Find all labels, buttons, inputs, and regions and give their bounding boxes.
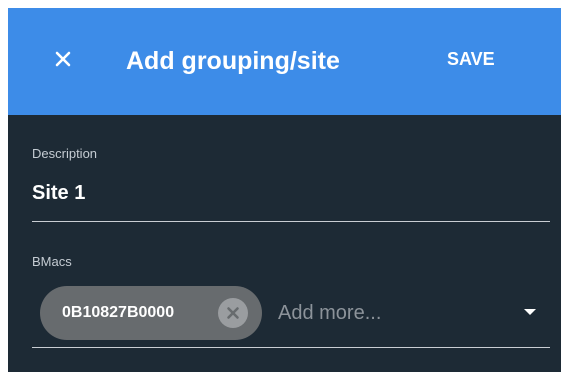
bmac-chip: 0B10827B0000 bbox=[40, 286, 262, 340]
dialog-title: Add grouping/site bbox=[126, 47, 340, 75]
close-button[interactable] bbox=[48, 44, 78, 74]
bmacs-add-more-input[interactable] bbox=[278, 296, 498, 330]
description-underline bbox=[32, 221, 550, 222]
description-label: Description bbox=[32, 146, 98, 161]
bmacs-label: BMacs bbox=[32, 254, 72, 269]
add-grouping-dialog: Add grouping/site SAVE Description Site … bbox=[8, 8, 561, 372]
bmac-chip-label: 0B10827B0000 bbox=[62, 304, 175, 321]
dialog-header: Add grouping/site SAVE bbox=[8, 8, 561, 115]
cancel-circle-icon bbox=[227, 307, 239, 319]
save-button[interactable]: SAVE bbox=[447, 44, 495, 74]
bmacs-underline bbox=[32, 347, 550, 348]
bmacs-dropdown-button[interactable] bbox=[522, 306, 538, 318]
close-icon bbox=[55, 51, 71, 67]
chip-remove-button[interactable] bbox=[218, 298, 248, 328]
caret-down-icon bbox=[524, 309, 536, 315]
description-input[interactable]: Site 1 bbox=[32, 182, 85, 205]
